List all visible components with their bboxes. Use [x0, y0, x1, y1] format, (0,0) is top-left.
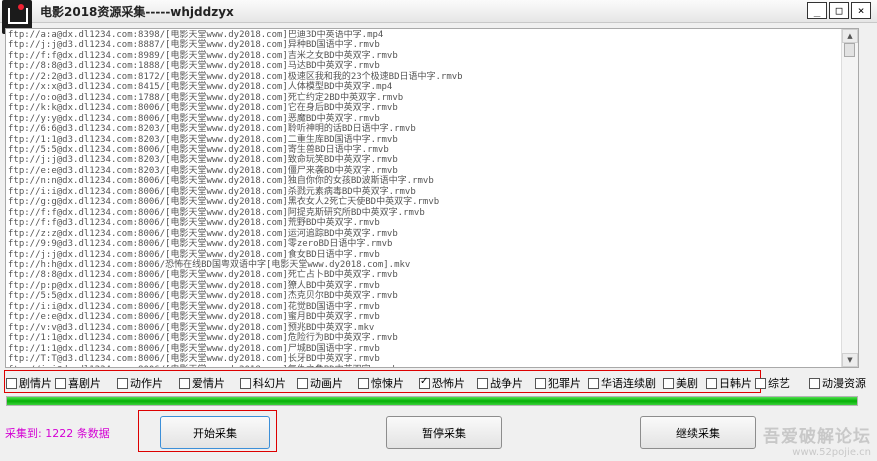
category-checkbox[interactable]: 喜剧片 — [55, 375, 101, 391]
category-label: 惊悚片 — [371, 377, 404, 390]
checkbox-unchecked-icon[interactable] — [358, 377, 369, 389]
log-line: ftp://h:h@dx.dl1234.com:8006/恐怖在线BD国粤双语中… — [8, 259, 411, 270]
log-line: ftp://f:f@dx.dl1234.com:8006/[电影天堂www.dy… — [8, 207, 425, 218]
log-line: ftp://j:j@dx.dl1234.com:8006/[电影天堂www.dy… — [8, 249, 380, 260]
log-line: ftp://8:8@dx.dl1234.com:8006/[电影天堂www.dy… — [8, 270, 398, 281]
checkbox-unchecked-icon[interactable] — [706, 377, 717, 389]
category-checkbox[interactable]: 科幻片 — [240, 375, 286, 391]
checkbox-unchecked-icon[interactable] — [55, 377, 66, 389]
checkbox-unchecked-icon[interactable] — [755, 377, 766, 389]
log-lines: ftp://a:a@dx.dl1234.com:8398/[电影天堂www.dy… — [8, 30, 840, 368]
log-line: ftp://T:T@d3.dl1234.com:8006/[电影天堂www.dy… — [8, 354, 380, 365]
category-label: 科幻片 — [253, 377, 286, 390]
scroll-down-arrow-icon[interactable]: ▼ — [842, 353, 858, 367]
category-label: 日韩片 — [719, 377, 752, 390]
category-checkbox[interactable]: 动漫资源 — [809, 375, 866, 391]
checkbox-unchecked-icon[interactable] — [179, 377, 190, 389]
category-checkbox[interactable]: 动作片 — [117, 375, 163, 391]
log-line: ftp://i:i@dx.dl1234.com:8006/[电影天堂www.dy… — [8, 186, 416, 197]
log-line: ftp://a:a@dx.dl1234.com:8398/[电影天堂www.dy… — [8, 30, 384, 40]
log-line: ftp://9:9@d3.dl1234.com:8006/[电影天堂www.dy… — [8, 239, 393, 250]
log-textarea[interactable]: ftp://a:a@dx.dl1234.com:8398/[电影天堂www.dy… — [5, 28, 859, 368]
log-line: ftp://p:p@dx.dl1234.com:8006/[电影天堂www.dy… — [8, 280, 380, 291]
log-line: ftp://8:8@d3.dl1234.com:1888/[电影天堂www.dy… — [8, 61, 380, 72]
category-label: 喜剧片 — [68, 377, 101, 390]
log-line: ftp://o:o@d3.dl1234.com:1788/[电影天堂www.dy… — [8, 92, 404, 103]
category-checkbox[interactable]: 惊悚片 — [358, 375, 404, 391]
log-line: ftp://2:2@d3.dl1234.com:8172/[电影天堂www.dy… — [8, 71, 463, 82]
checkbox-unchecked-icon[interactable] — [809, 377, 820, 389]
category-checkbox[interactable]: 剧情片 — [6, 375, 52, 391]
checkbox-unchecked-icon[interactable] — [663, 377, 674, 389]
checkbox-unchecked-icon[interactable] — [6, 377, 17, 389]
category-checkbox[interactable]: 犯罪片 — [535, 375, 581, 391]
log-line: ftp://e:e@dx.dl1234.com:8006/[电影天堂www.dy… — [8, 312, 380, 323]
log-line: ftp://6:6@d3.dl1234.com:8203/[电影天堂www.dy… — [8, 124, 416, 135]
checkbox-unchecked-icon[interactable] — [535, 377, 546, 389]
progress-bar — [6, 396, 858, 406]
log-line: ftp://1:1@d3.dl1234.com:8203/[电影天堂www.dy… — [8, 134, 398, 145]
category-checkbox[interactable]: 恐怖片 — [419, 375, 465, 391]
log-line: ftp://g:g@dx.dl1234.com:8006/[电影天堂www.dy… — [8, 197, 440, 208]
log-line: ftp://y:y@dx.dl1234.com:8006/[电影天堂www.dy… — [8, 113, 380, 124]
category-label: 动漫资源 — [822, 377, 866, 390]
category-label: 华语连续剧 — [601, 377, 656, 390]
log-line: ftp://k:k@dx.dl1234.com:8006/[电影天堂www.dy… — [8, 103, 398, 114]
log-line: ftp://5:5@dx.dl1234.com:8006/[电影天堂www.dy… — [8, 291, 398, 302]
checkbox-unchecked-icon[interactable] — [240, 377, 251, 389]
log-scrollbar[interactable]: ▲ ▼ — [841, 29, 858, 367]
log-line: ftp://z:z@dx.dl1234.com:8006/[电影天堂www.dy… — [8, 228, 398, 239]
progress-fill — [7, 397, 857, 405]
category-label: 战争片 — [490, 377, 523, 390]
category-label: 综艺 — [768, 377, 790, 390]
category-label: 动画片 — [310, 377, 343, 390]
category-checkbox[interactable]: 综艺 — [755, 375, 790, 391]
checkbox-unchecked-icon[interactable] — [477, 377, 488, 389]
category-label: 爱情片 — [192, 377, 225, 390]
log-line: ftp://i:i@dx.dl1234.com:8006/[电影天堂www.dy… — [8, 365, 840, 368]
category-checkbox[interactable]: 战争片 — [477, 375, 523, 391]
collected-count-label: 采集到: 1222 条数据 — [5, 427, 110, 440]
watermark-title: 吾爱破解论坛 — [763, 427, 871, 447]
pause-collect-button[interactable]: 暂停采集 — [386, 416, 502, 449]
log-line: ftp://v:v@d3.dl1234.com:8006/[电影天堂www.dy… — [8, 322, 375, 333]
log-line: ftp://e:e@d3.dl1234.com:8203/[电影天堂www.dy… — [8, 165, 398, 176]
category-label: 犯罪片 — [548, 377, 581, 390]
category-checkbox-row: 剧情片 喜剧片 动作片 爱情片 科幻片 动画片 惊悚片 恐怖片 战争片 犯罪片 华语连续剧 美剧 日韩片… — [6, 375, 876, 391]
resume-collect-button[interactable]: 继续采集 — [640, 416, 756, 449]
category-checkbox[interactable]: 日韩片 — [706, 375, 752, 391]
log-line: ftp://5:5@dx.dl1234.com:8006/[电影天堂www.dy… — [8, 144, 389, 155]
log-line: ftp://n:n@dx.dl1234.com:8006/[电影天堂www.dy… — [8, 176, 434, 187]
watermark-url: www.52pojie.cn — [792, 447, 871, 458]
category-checkbox[interactable]: 美剧 — [663, 375, 698, 391]
category-checkbox[interactable]: 华语连续剧 — [588, 375, 656, 391]
category-label: 剧情片 — [19, 377, 52, 390]
checkbox-unchecked-icon[interactable] — [117, 377, 128, 389]
scroll-thumb[interactable] — [844, 43, 855, 57]
title-bar: 电影2018资源采集-----whjddzyx _ □ × — [0, 0, 877, 34]
log-line: ftp://j:j@d3.dl1234.com:8887/[电影天堂www.dy… — [8, 40, 380, 51]
log-line: ftp://j:j@d3.dl1234.com:8203/[电影天堂www.dy… — [8, 155, 398, 166]
category-checkbox[interactable]: 爱情片 — [179, 375, 225, 391]
watermark: 吾爱破解论坛 www.52pojie.cn — [763, 422, 871, 458]
log-line: ftp://x:x@d3.dl1234.com:8415/[电影天堂www.dy… — [8, 82, 393, 93]
window-title: 电影2018资源采集-----whjddzyx — [40, 5, 234, 19]
log-line: ftp://f:f@d3.dl1234.com:8006/[电影天堂www.dy… — [8, 218, 380, 229]
category-checkbox[interactable]: 动画片 — [297, 375, 343, 391]
scroll-up-arrow-icon[interactable]: ▲ — [842, 29, 858, 43]
maximize-button[interactable]: □ — [829, 2, 849, 19]
log-line: ftp://f:f@dx.dl1234.com:8989/[电影天堂www.dy… — [8, 50, 398, 61]
checkbox-unchecked-icon[interactable] — [297, 377, 308, 389]
start-collect-button[interactable]: 开始采集 — [160, 416, 270, 449]
category-label: 恐怖片 — [432, 377, 465, 390]
close-button[interactable]: × — [851, 2, 871, 19]
log-line: ftp://i:i@dx.dl1234.com:8006/[电影天堂www.dy… — [8, 301, 380, 312]
category-label: 动作片 — [130, 377, 163, 390]
log-line: ftp://1:1@dx.dl1234.com:8006/[电影天堂www.dy… — [8, 343, 380, 354]
category-label: 美剧 — [676, 377, 698, 390]
checkbox-checked-icon[interactable] — [419, 376, 430, 389]
minimize-button[interactable]: _ — [807, 2, 827, 19]
checkbox-unchecked-icon[interactable] — [588, 377, 599, 389]
log-line: ftp://1:1@dx.dl1234.com:8006/[电影天堂www.dy… — [8, 333, 398, 344]
